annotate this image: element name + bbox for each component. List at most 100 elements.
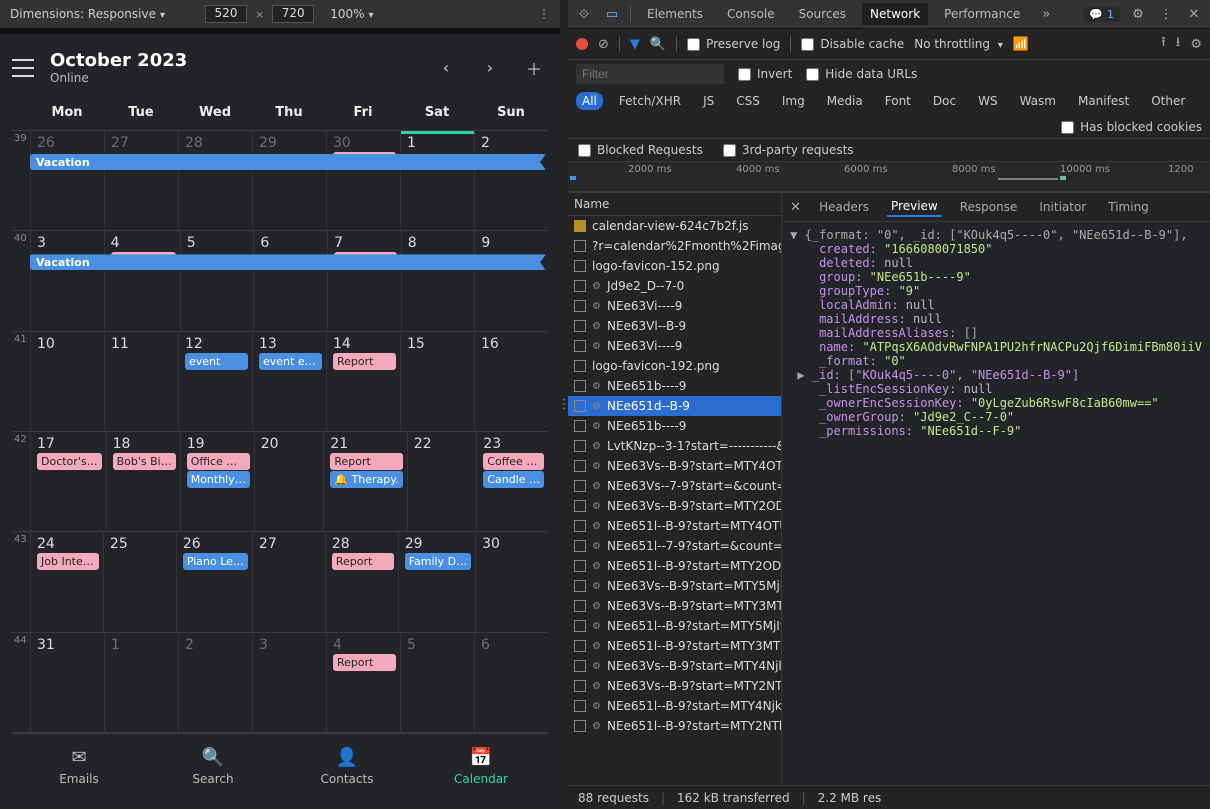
- name-column-header[interactable]: Name: [568, 193, 781, 216]
- json-line[interactable]: group: "NEe651b----9": [790, 270, 1202, 284]
- request-row[interactable]: ⚙NEe651b----9: [568, 376, 781, 396]
- request-row[interactable]: ⚙NEe651l--B-9?start=MTY4OTU0NDgw…: [568, 516, 781, 536]
- day-cell[interactable]: 31: [30, 633, 104, 732]
- day-cell[interactable]: 29: [252, 131, 326, 230]
- type-tab-js[interactable]: JS: [697, 92, 720, 110]
- json-line[interactable]: _listEncSessionKey: null: [790, 382, 1202, 396]
- event-chip[interactable]: Candle …: [483, 471, 544, 488]
- day-cell[interactable]: 16: [474, 332, 548, 431]
- day-cell[interactable]: 8: [401, 231, 475, 330]
- request-row[interactable]: ⚙NEe63Vi----9: [568, 296, 781, 316]
- event-chip[interactable]: Monthly…: [187, 471, 250, 488]
- day-cell[interactable]: 28: [178, 131, 252, 230]
- request-row[interactable]: ⚙NEe63Vl--B-9: [568, 316, 781, 336]
- disable-cache-checkbox[interactable]: Disable cache: [801, 37, 904, 51]
- event-chip[interactable]: Job Inte…: [37, 553, 99, 570]
- json-line[interactable]: _format: "0": [790, 354, 1202, 368]
- day-cell[interactable]: 14Report: [326, 332, 400, 431]
- record-button[interactable]: [576, 38, 588, 50]
- more-tabs-icon[interactable]: »: [1036, 7, 1056, 22]
- nav-calendar[interactable]: 📅Calendar: [414, 734, 548, 799]
- event-chip[interactable]: event e…: [259, 353, 322, 370]
- event-chip[interactable]: Report: [332, 553, 394, 570]
- device-toolbar-menu-icon[interactable]: ⋮: [538, 7, 550, 21]
- event-chip[interactable]: Office …: [187, 453, 250, 470]
- request-row[interactable]: calendar-view-624c7b2f.js: [568, 216, 781, 236]
- preserve-log-checkbox[interactable]: Preserve log: [687, 37, 780, 51]
- event-chip[interactable]: event: [185, 353, 248, 370]
- type-tab-all[interactable]: All: [576, 92, 603, 110]
- type-tab-css[interactable]: CSS: [730, 92, 766, 110]
- json-line[interactable]: ▼ {_format: "0", _id: ["KOuk4q5----0", "…: [790, 228, 1202, 242]
- type-tab-other[interactable]: Other: [1145, 92, 1191, 110]
- day-cell[interactable]: 6: [253, 231, 327, 330]
- nav-contacts[interactable]: 👤Contacts: [280, 734, 414, 799]
- filter-icon[interactable]: ▼: [630, 37, 640, 52]
- day-cell[interactable]: 4Rebrand…: [104, 231, 180, 330]
- day-cell[interactable]: 3: [30, 231, 104, 330]
- blocked-requests-checkbox[interactable]: Blocked Requests: [578, 143, 703, 157]
- request-row[interactable]: ⚙Jd9e2_D--7-0: [568, 276, 781, 296]
- day-cell[interactable]: 7Report: [327, 231, 401, 330]
- request-row[interactable]: ⚙NEe63Vs--B-9?start=MTY4OTU0NDg…: [568, 456, 781, 476]
- request-row[interactable]: ⚙NEe651l--7-9?start=&count=1000&rev…: [568, 536, 781, 556]
- request-row[interactable]: ⚙NEe63Vs--B-9?start=MTY2NTk1NzYw…: [568, 676, 781, 696]
- detail-tab-timing[interactable]: Timing: [1104, 198, 1153, 216]
- event-chip[interactable]: Report: [330, 453, 402, 470]
- type-tab-manifest[interactable]: Manifest: [1072, 92, 1135, 110]
- drawer-handle-icon[interactable]: ⸻: [12, 799, 548, 809]
- nav-search[interactable]: 🔍Search: [146, 734, 280, 799]
- day-cell[interactable]: 11: [104, 332, 178, 431]
- day-cell[interactable]: 23Coffee …Candle …: [476, 432, 548, 531]
- detail-tab-response[interactable]: Response: [956, 198, 1022, 216]
- request-row[interactable]: logo-favicon-192.png: [568, 356, 781, 376]
- device-toggle-icon[interactable]: ▭: [602, 7, 622, 22]
- day-cell[interactable]: 15: [400, 332, 474, 431]
- detail-tab-initiator[interactable]: Initiator: [1035, 198, 1090, 216]
- day-cell[interactable]: 22: [407, 432, 477, 531]
- detail-tab-preview[interactable]: Preview: [887, 197, 942, 217]
- day-cell[interactable]: 27: [252, 532, 325, 631]
- clear-icon[interactable]: ⊘: [598, 37, 609, 52]
- event-chip[interactable]: Piano Le…: [183, 553, 248, 570]
- next-month-button[interactable]: ›: [476, 54, 504, 82]
- json-line[interactable]: localAdmin: null: [790, 298, 1202, 312]
- json-line[interactable]: mailAddressAliases: []: [790, 326, 1202, 340]
- day-cell[interactable]: 2: [474, 131, 548, 230]
- day-cell[interactable]: 28Report: [325, 532, 398, 631]
- tab-network[interactable]: Network: [862, 3, 928, 25]
- tab-performance[interactable]: Performance: [936, 3, 1028, 25]
- request-row[interactable]: ⚙NEe651b----9: [568, 416, 781, 436]
- third-party-checkbox[interactable]: 3rd-party requests: [723, 143, 854, 157]
- day-cell[interactable]: 12event: [178, 332, 252, 431]
- kebab-icon[interactable]: ⋮: [1156, 7, 1176, 22]
- add-event-button[interactable]: ＋: [520, 54, 548, 82]
- menu-icon[interactable]: [12, 59, 34, 77]
- day-cell[interactable]: 4Report: [326, 633, 400, 732]
- request-row[interactable]: ⚙NEe651l--B-9?start=MTY2NTk1NzYw…: [568, 716, 781, 736]
- span-event[interactable]: Vacation: [30, 254, 546, 270]
- width-input[interactable]: 520: [205, 5, 247, 23]
- day-cell[interactable]: 18Bob's Bi…: [106, 432, 180, 531]
- day-cell[interactable]: 5: [400, 633, 474, 732]
- type-tab-img[interactable]: Img: [776, 92, 811, 110]
- tab-sources[interactable]: Sources: [791, 3, 854, 25]
- day-cell[interactable]: 9: [474, 231, 548, 330]
- nav-emails[interactable]: ✉Emails: [12, 734, 146, 799]
- day-cell[interactable]: 25: [103, 532, 176, 631]
- json-line[interactable]: _ownerEncSessionKey: "0yLgeZub6RswF8cIaB…: [790, 396, 1202, 410]
- json-line[interactable]: deleted: null: [790, 256, 1202, 270]
- filter-input[interactable]: [576, 64, 724, 84]
- day-cell[interactable]: 26: [30, 131, 104, 230]
- day-cell[interactable]: 1: [400, 131, 474, 230]
- zoom-dropdown[interactable]: 100%: [330, 7, 373, 21]
- event-chip[interactable]: Bob's Bi…: [113, 453, 176, 470]
- export-har-icon[interactable]: ⭱: [1161, 33, 1166, 55]
- type-tab-doc[interactable]: Doc: [927, 92, 962, 110]
- json-line[interactable]: _permissions: "NEe651d--F-9": [790, 424, 1202, 438]
- network-timeline[interactable]: 2000 ms 4000 ms 6000 ms 8000 ms 10000 ms…: [568, 162, 1210, 192]
- day-cell[interactable]: 6: [474, 633, 548, 732]
- json-line[interactable]: mailAddress: null: [790, 312, 1202, 326]
- day-cell[interactable]: 29Family D…: [398, 532, 475, 631]
- throttling-select[interactable]: No throttling: [914, 37, 1003, 51]
